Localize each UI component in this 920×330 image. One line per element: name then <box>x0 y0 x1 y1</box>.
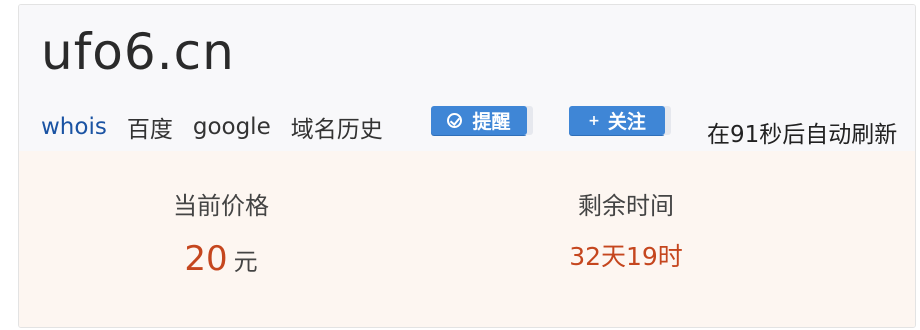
current-price-label: 当前价格 <box>173 192 269 220</box>
card-header: ufo6.cn whois 百度 google 域名历史 提醒 + 关注 在91… <box>19 5 915 151</box>
baidu-link[interactable]: 百度 <box>127 110 173 144</box>
time-left-value: 32天19时 <box>569 242 683 271</box>
follow-button-label: 关注 <box>607 111 646 133</box>
current-price-value: 20 元 <box>136 239 306 279</box>
remind-button-label: 提醒 <box>472 111 511 133</box>
whois-link[interactable]: whois <box>41 114 107 140</box>
follow-button[interactable]: + 关注 <box>569 106 665 135</box>
check-circle-icon <box>447 113 463 128</box>
current-price-block: 当前价格 20 元 <box>136 186 306 279</box>
google-link[interactable]: google <box>193 114 271 140</box>
remind-button[interactable]: 提醒 <box>431 106 527 135</box>
price-number: 20 <box>184 239 228 279</box>
domain-title: ufo6.cn <box>41 23 235 81</box>
time-left-label: 剩余时间 <box>578 192 674 220</box>
auto-refresh-text: 在91秒后自动刷新 <box>707 122 898 148</box>
domain-history-link[interactable]: 域名历史 <box>291 110 383 144</box>
domain-links: whois 百度 google 域名历史 <box>41 110 403 144</box>
price-unit: 元 <box>233 248 258 276</box>
time-left-block: 剩余时间 32天19时 <box>536 186 716 273</box>
plus-icon: + <box>588 112 600 129</box>
domain-auction-card: ufo6.cn whois 百度 google 域名历史 提醒 + 关注 在91… <box>18 4 916 328</box>
